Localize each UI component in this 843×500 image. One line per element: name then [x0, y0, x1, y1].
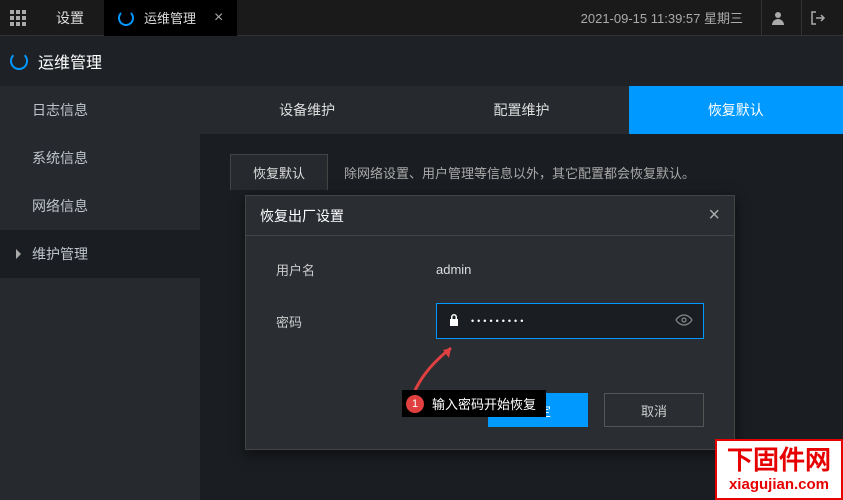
password-label: 密码 — [276, 312, 436, 331]
sidebar: 日志信息 系统信息 网络信息 维护管理 — [0, 86, 200, 500]
logout-icon[interactable] — [801, 0, 833, 36]
top-bar: 设置 运维管理 × 2021-09-15 11:39:57 星期三 — [0, 0, 843, 36]
inner-tab-restore[interactable]: 恢复默认 — [230, 154, 328, 190]
page-title: 运维管理 — [38, 49, 102, 73]
restore-note: 除网络设置、用户管理等信息以外，其它配置都会恢复默认。 — [344, 163, 695, 182]
eye-icon[interactable] — [675, 314, 693, 329]
username-value: admin — [436, 262, 471, 277]
password-input[interactable]: ••••••••• — [436, 303, 704, 339]
sidebar-item-network[interactable]: 网络信息 — [0, 182, 200, 230]
lock-icon — [447, 313, 461, 330]
tab-device-maintain[interactable]: 设备维护 — [200, 86, 414, 134]
spinner-icon — [118, 10, 134, 26]
annotation-text: 输入密码开始恢复 — [432, 394, 536, 413]
tab-ops-mgmt[interactable]: 运维管理 × — [104, 0, 237, 36]
dialog-close-icon[interactable]: × — [708, 204, 720, 227]
spinner-icon — [10, 52, 28, 70]
annotation-tooltip: 1 输入密码开始恢复 — [402, 390, 546, 417]
datetime: 2021-09-15 11:39:57 星期三 — [571, 8, 753, 27]
sidebar-item-system[interactable]: 系统信息 — [0, 134, 200, 182]
close-icon[interactable]: × — [214, 9, 223, 27]
tab-config-maintain[interactable]: 配置维护 — [414, 86, 628, 134]
password-mask: ••••••••• — [471, 316, 675, 326]
tab-restore-default[interactable]: 恢复默认 — [629, 86, 843, 134]
dialog-title: 恢复出厂设置 — [260, 206, 708, 226]
annotation-number: 1 — [406, 395, 424, 413]
watermark-bottom: xiagujian.com — [727, 476, 831, 494]
username-label: 用户名 — [276, 260, 436, 279]
watermark: 下固件网 xiagujian.com — [715, 439, 843, 500]
settings-label[interactable]: 设置 — [36, 8, 104, 28]
page-header: 运维管理 — [0, 36, 843, 86]
sidebar-item-maintain[interactable]: 维护管理 — [0, 230, 200, 278]
user-icon[interactable] — [761, 0, 793, 36]
cancel-button[interactable]: 取消 — [604, 393, 704, 427]
sidebar-item-log[interactable]: 日志信息 — [0, 86, 200, 134]
watermark-top: 下固件网 — [727, 445, 831, 476]
tab-label: 运维管理 — [144, 8, 196, 27]
apps-icon[interactable] — [0, 0, 36, 36]
